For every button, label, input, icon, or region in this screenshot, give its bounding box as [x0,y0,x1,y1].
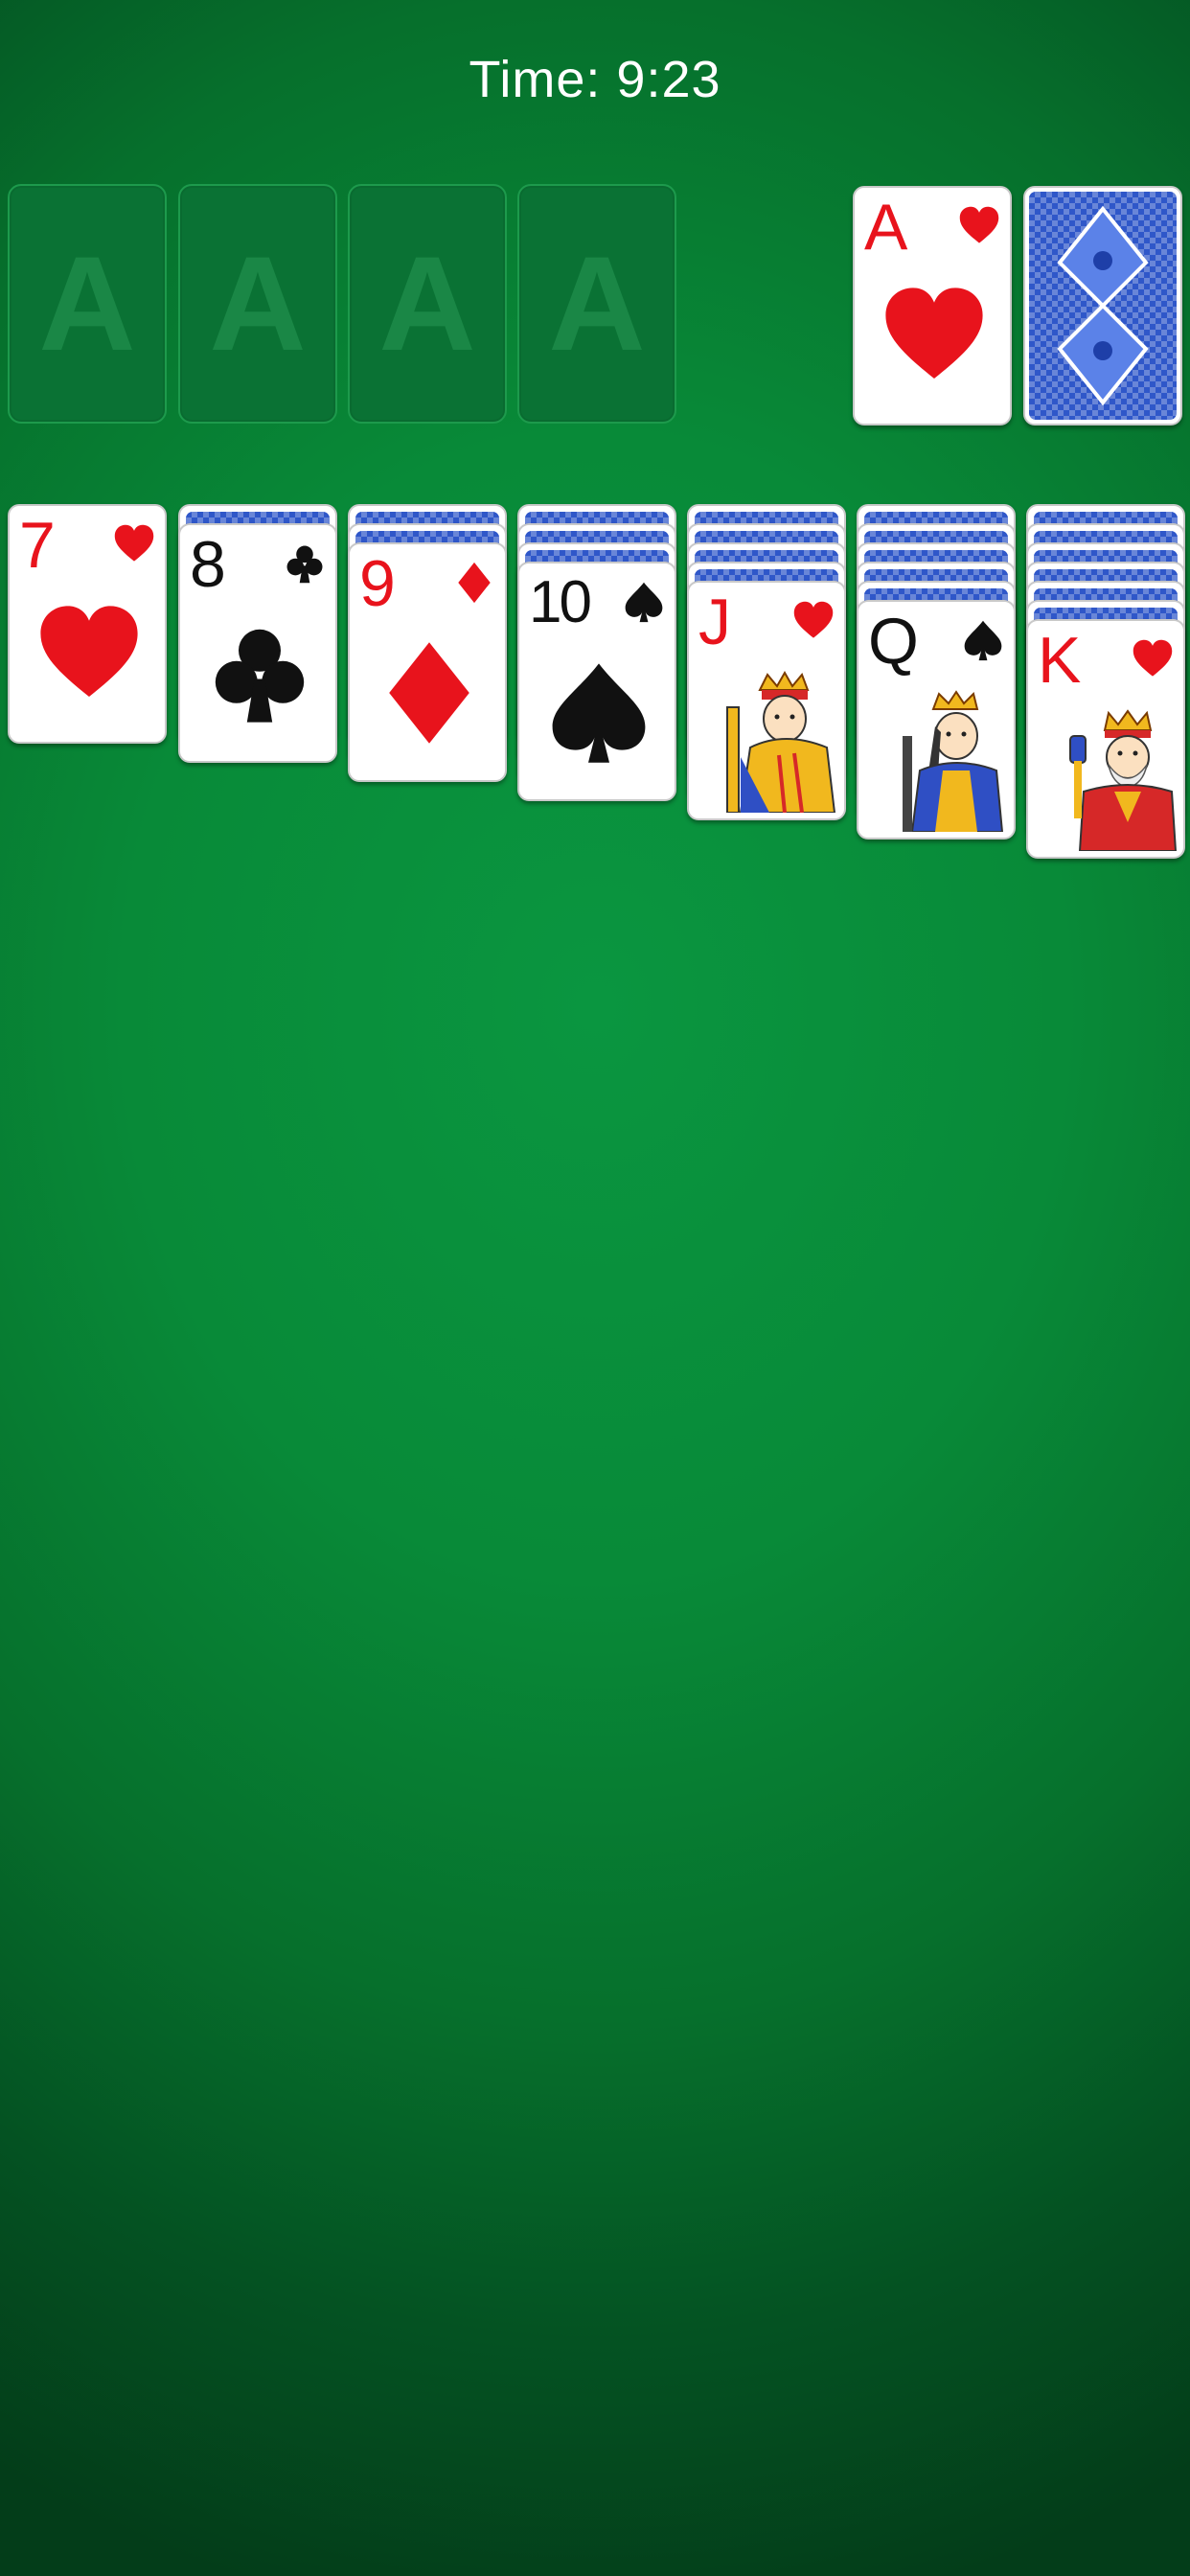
foundation-placeholder: A [548,228,646,379]
foundation-pile-2[interactable]: A [178,184,337,424]
heart-icon [40,606,138,697]
card-rank: 9 [359,547,396,620]
tableau-card-10-spades[interactable]: 10 [517,562,676,801]
spade-icon [625,582,663,623]
heart-icon [114,524,154,562]
waste-card[interactable]: A [853,186,1012,426]
heart-icon [885,288,983,379]
tableau-card-9-diamonds[interactable]: 9 [348,542,507,782]
card-rank: J [698,586,731,658]
card-rank: 10 [529,569,592,635]
card-rank: A [864,191,907,264]
foundation-pile-3[interactable]: A [348,184,507,424]
card-rank: Q [868,605,919,678]
card-rank: 8 [190,528,226,601]
club-icon [215,629,305,723]
foundation-pile-1[interactable]: A [8,184,167,424]
tableau-card-7-hearts[interactable]: 7 [8,504,167,744]
queen-figure-icon [903,690,1004,832]
tableau-card-jack-hearts[interactable]: J [687,581,846,820]
tableau-card-king-hearts[interactable]: K [1026,619,1185,859]
tableau-card-queen-spades[interactable]: Q [857,600,1016,840]
foundation-placeholder: A [378,228,476,379]
heart-icon [1133,639,1173,677]
jack-figure-icon [726,670,836,813]
spade-icon [552,663,646,763]
heart-icon [959,206,999,243]
tableau-card-8-clubs[interactable]: 8 [178,523,337,763]
card-back-emblem-icon [1057,205,1149,406]
spade-icon [964,620,1002,661]
game-timer: Time: 9:23 [469,51,721,108]
card-back [1025,188,1180,424]
heart-icon [793,601,834,638]
diamond-icon [458,562,491,604]
stock-pile[interactable] [1023,186,1182,426]
foundation-pile-4[interactable]: A [517,184,676,424]
diamond-icon [389,642,469,744]
foundation-placeholder: A [38,228,136,379]
card-rank: K [1038,624,1081,697]
foundation-placeholder: A [209,228,307,379]
club-icon [286,545,323,584]
card-rank: 7 [19,509,56,582]
king-figure-icon [1069,709,1178,851]
